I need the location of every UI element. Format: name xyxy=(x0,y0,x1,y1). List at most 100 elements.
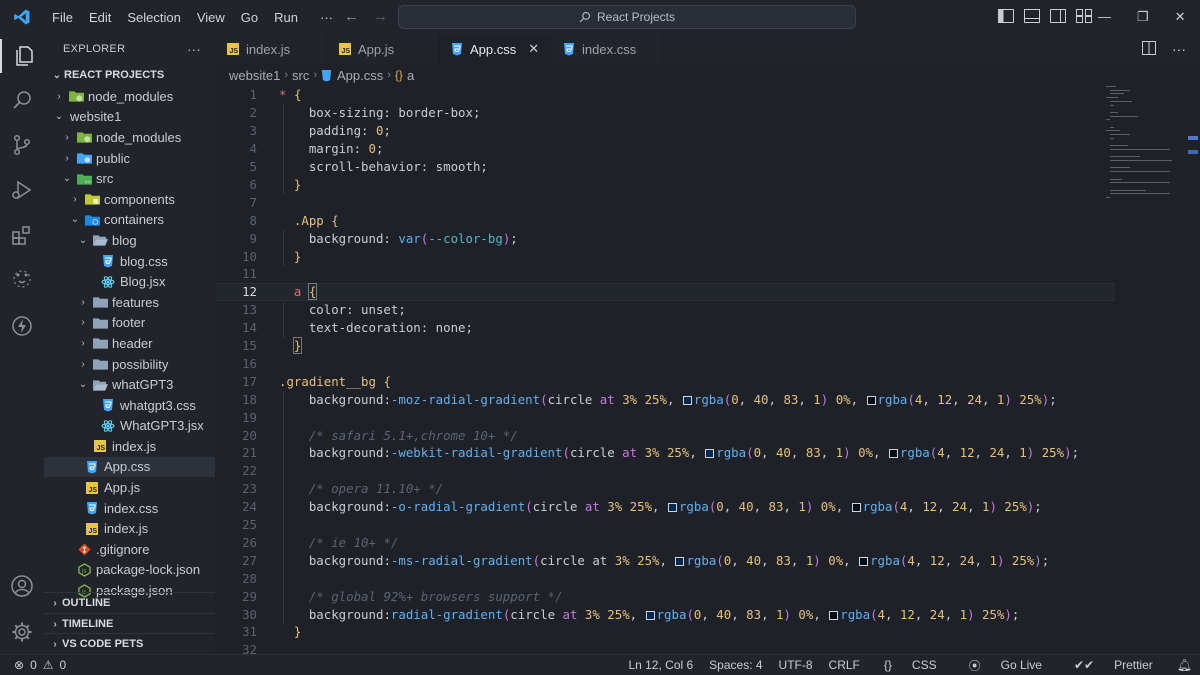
outline-section[interactable]: › OUTLINE xyxy=(44,592,215,613)
color-swatch[interactable] xyxy=(645,610,655,620)
more-actions-icon[interactable]: ··· xyxy=(1172,41,1186,57)
code-line[interactable]: 11 xyxy=(215,265,1115,283)
breadcrumb-symbol[interactable]: a xyxy=(407,68,414,83)
tree-item[interactable]: › node_modules xyxy=(44,86,215,107)
tree-item[interactable]: › header xyxy=(44,333,215,354)
tab-app-js[interactable]: JS App.js xyxy=(327,34,439,64)
code-line[interactable]: 28 xyxy=(215,569,1115,587)
code-line[interactable]: 21 background:-webkit-radial-gradient(ci… xyxy=(215,444,1115,462)
code-line[interactable]: 5 scroll-behavior: smooth; xyxy=(215,158,1115,176)
pets-icon[interactable] xyxy=(8,264,36,292)
minimize-icon[interactable]: — xyxy=(1098,9,1111,25)
split-editor-icon[interactable] xyxy=(1142,40,1156,58)
language-mode[interactable]: {} CSS xyxy=(868,658,953,672)
code-line[interactable]: 9 background: var(--color-bg); xyxy=(215,229,1115,247)
forward-arrow-icon[interactable]: → xyxy=(373,8,388,25)
command-center-search[interactable]: React Projects xyxy=(398,5,856,29)
menu-view[interactable]: View xyxy=(189,10,233,25)
source-control-icon[interactable] xyxy=(8,131,36,159)
code-line[interactable]: 3 padding: 0; xyxy=(215,122,1115,140)
code-line[interactable]: 30 background:radial-gradient(circle at … xyxy=(215,605,1115,623)
tree-item[interactable]: JS App.js xyxy=(44,477,215,498)
menu-edit[interactable]: Edit xyxy=(81,10,119,25)
tree-item[interactable]: .gitignore xyxy=(44,539,215,560)
code-line[interactable]: 17 .gradient__bg { xyxy=(215,372,1115,390)
tree-item[interactable]: JS index.js xyxy=(44,518,215,539)
code-line[interactable]: 2 box-sizing: border-box; xyxy=(215,104,1115,122)
color-swatch[interactable] xyxy=(851,503,861,513)
tree-item[interactable]: Blog.jsx xyxy=(44,271,215,292)
tree-item[interactable]: › public xyxy=(44,148,215,169)
tree-item[interactable]: js package-lock.json xyxy=(44,560,215,581)
toggle-secondary-sidebar-icon[interactable] xyxy=(1050,9,1066,23)
notifications-icon[interactable]: 🔔︎ xyxy=(1169,658,1200,672)
tree-item[interactable]: blog.css xyxy=(44,251,215,272)
tree-item[interactable]: › components xyxy=(44,189,215,210)
tree-item[interactable]: JS index.js xyxy=(44,436,215,457)
code-line[interactable]: 7 xyxy=(215,193,1115,211)
breadcrumb-src[interactable]: src xyxy=(292,68,309,83)
code-line[interactable]: 8 .App { xyxy=(215,211,1115,229)
color-swatch[interactable] xyxy=(705,449,715,459)
encoding[interactable]: UTF-8 xyxy=(771,658,821,672)
color-swatch[interactable] xyxy=(667,503,677,513)
tree-item[interactable]: › features xyxy=(44,292,215,313)
tab-index-js[interactable]: JS index.js xyxy=(215,34,327,64)
extensions-icon[interactable] xyxy=(8,222,36,250)
tree-item[interactable]: ⌄ website1 xyxy=(44,107,215,128)
explorer-icon[interactable] xyxy=(0,39,46,73)
color-swatch[interactable] xyxy=(888,449,898,459)
tree-item[interactable]: WhatGPT3.jsx xyxy=(44,416,215,437)
color-swatch[interactable] xyxy=(866,395,876,405)
code-line[interactable]: 14 text-decoration: none; xyxy=(215,319,1115,337)
tree-item[interactable]: ⌄ blog xyxy=(44,230,215,251)
color-swatch[interactable] xyxy=(675,556,685,566)
menu-file[interactable]: File xyxy=(44,10,81,25)
restore-icon[interactable]: ❐ xyxy=(1137,9,1149,25)
tree-item[interactable]: › footer xyxy=(44,313,215,334)
minimap[interactable] xyxy=(1106,86,1186,206)
code-line[interactable]: 15 } xyxy=(215,337,1115,355)
problems-indicator[interactable]: ⊗ 0 ⚠ 0 xyxy=(14,658,66,672)
code-line[interactable]: 27 background:-ms-radial-gradient(circle… xyxy=(215,551,1115,569)
account-icon[interactable] xyxy=(8,572,36,600)
tab-app-css[interactable]: App.css ✕ xyxy=(439,34,551,64)
explorer-more-button[interactable]: ··· xyxy=(187,42,201,57)
code-line[interactable]: 1 * { xyxy=(215,86,1115,104)
code-line[interactable]: 23 /* opera 11.10+ */ xyxy=(215,480,1115,498)
tree-item[interactable]: App.css xyxy=(44,456,215,478)
breadcrumb-app-css[interactable]: App.css xyxy=(337,68,383,83)
timeline-section[interactable]: › TIMELINE xyxy=(44,613,215,634)
tree-item[interactable]: › node_modules xyxy=(44,127,215,148)
tree-item[interactable]: › possibility xyxy=(44,354,215,375)
code-line[interactable]: 25 xyxy=(215,516,1115,534)
code-line[interactable]: 22 xyxy=(215,462,1115,480)
code-line[interactable]: 29 /* global 92%+ browsers support */ xyxy=(215,587,1115,605)
gear-icon[interactable] xyxy=(8,618,36,646)
close-window-icon[interactable]: ✕ xyxy=(1175,9,1186,25)
tree-item[interactable]: ⌄ <> src xyxy=(44,168,215,189)
breadcrumb-website1[interactable]: website1 xyxy=(229,68,280,83)
code-line[interactable]: 18 background:-moz-radial-gradient(circl… xyxy=(215,390,1115,408)
code-line[interactable]: 32 xyxy=(215,641,1115,654)
code-line[interactable]: 4 margin: 0; xyxy=(215,140,1115,158)
prettier-button[interactable]: ✔✔ Prettier xyxy=(1058,658,1169,672)
tree-item[interactable]: whatgpt3.css xyxy=(44,395,215,416)
indentation[interactable]: Spaces: 4 xyxy=(701,658,770,672)
tab-index-css[interactable]: index.css xyxy=(551,34,663,64)
end-of-line[interactable]: CRLF xyxy=(821,658,868,672)
back-arrow-icon[interactable]: ← xyxy=(344,8,359,25)
tree-item[interactable]: ⌄ containers xyxy=(44,210,215,231)
toggle-panel-icon[interactable] xyxy=(1024,9,1040,23)
color-swatch[interactable] xyxy=(859,556,869,566)
vscode-pets-section[interactable]: › VS CODE PETS xyxy=(44,633,215,654)
customize-layout-icon[interactable] xyxy=(1076,9,1092,23)
code-line[interactable]: 10 } xyxy=(215,247,1115,265)
tree-item[interactable]: index.css xyxy=(44,498,215,519)
code-line[interactable]: 24 background:-o-radial-gradient(circle … xyxy=(215,498,1115,516)
code-line[interactable]: 6 } xyxy=(215,176,1115,194)
cursor-position[interactable]: Ln 12, Col 6 xyxy=(620,658,701,672)
menu-go[interactable]: Go xyxy=(233,10,266,25)
menu-more[interactable]: ··· xyxy=(312,10,341,25)
code-line[interactable]: 19 xyxy=(215,408,1115,426)
